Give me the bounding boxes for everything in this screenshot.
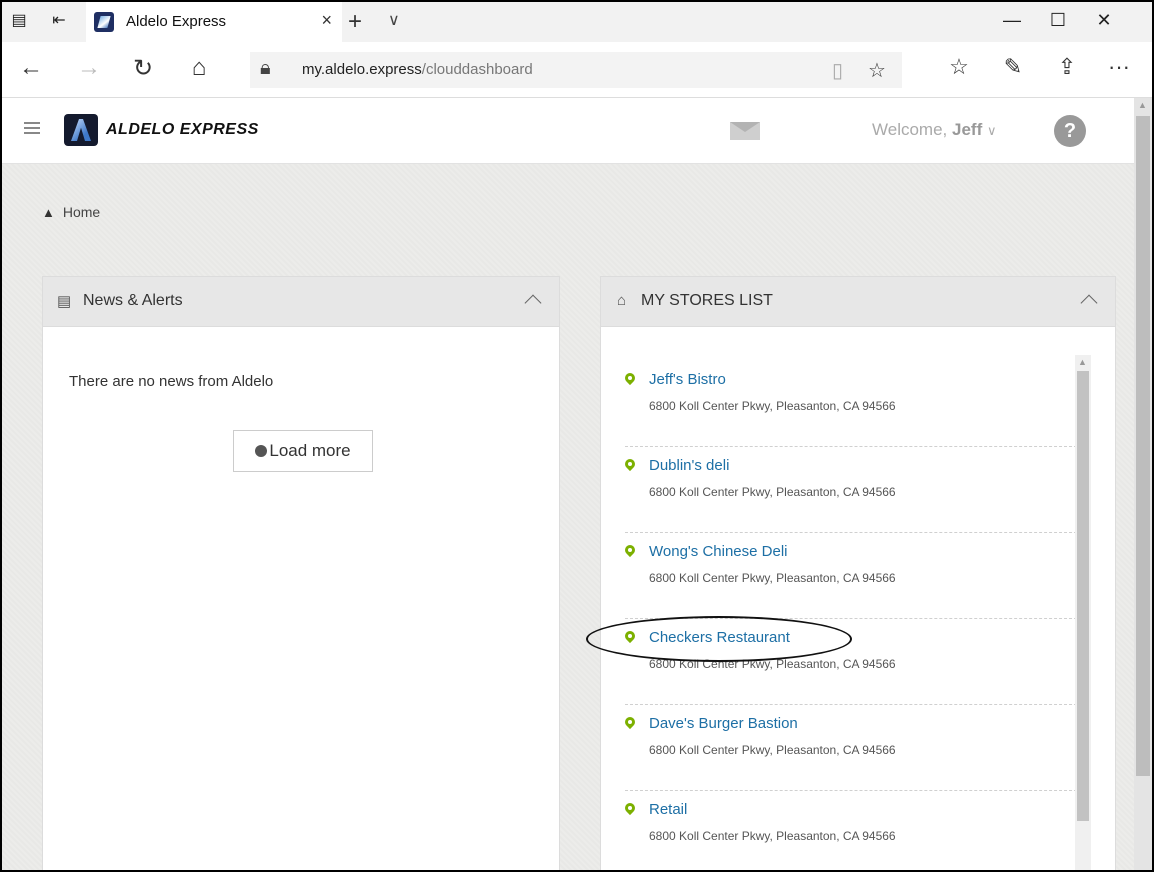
tab-aldelo-express[interactable]: Aldelo Express × bbox=[86, 2, 342, 42]
newspaper-icon: ▤ bbox=[57, 293, 72, 310]
store-list-scroll-thumb[interactable] bbox=[1077, 371, 1089, 821]
store-link[interactable]: Retail bbox=[649, 801, 687, 818]
news-panel-header: ▤ News & Alerts bbox=[43, 277, 559, 327]
favorite-star-icon[interactable]: ☆ bbox=[868, 58, 886, 83]
store-list: Jeff's Bistro 6800 Koll Center Pkwy, Ple… bbox=[625, 361, 1077, 870]
store-link[interactable]: Dublin's deli bbox=[649, 457, 729, 474]
load-more-button[interactable]: Load more bbox=[233, 430, 373, 472]
news-empty-message: There are no news from Aldelo bbox=[69, 373, 274, 390]
home-icon: ⌂ bbox=[617, 292, 627, 309]
user-name: Jeff bbox=[952, 120, 983, 139]
store-address: 6800 Koll Center Pkwy, Pleasanton, CA 94… bbox=[649, 399, 896, 413]
refresh-icon[interactable]: ↻ bbox=[126, 54, 160, 83]
map-pin-icon bbox=[625, 803, 635, 817]
breadcrumb: ▲ Home bbox=[42, 204, 100, 220]
more-menu-icon[interactable]: ··· bbox=[1102, 54, 1136, 80]
lock-icon: 🔒︎ bbox=[260, 57, 271, 79]
news-panel-title: News & Alerts bbox=[83, 292, 183, 309]
tab-close-icon[interactable]: × bbox=[321, 10, 332, 31]
map-pin-icon bbox=[625, 373, 635, 387]
map-pin-icon bbox=[625, 717, 635, 731]
chevron-down-icon: ∨ bbox=[986, 123, 997, 138]
stores-panel-header: ⌂ MY STORES LIST bbox=[601, 277, 1115, 327]
reading-view-icon[interactable]: ▯ bbox=[832, 58, 843, 83]
my-stores-panel: ⌂ MY STORES LIST Jeff's Bistro 6800 Koll… bbox=[600, 276, 1116, 870]
collapse-stores-chevron-icon[interactable] bbox=[1079, 289, 1099, 309]
tab-list-chevron-icon[interactable]: ∨ bbox=[388, 10, 400, 30]
stores-panel-title: MY STORES LIST bbox=[641, 292, 773, 309]
scroll-up-icon[interactable]: ▲ bbox=[1078, 357, 1087, 367]
tab-title: Aldelo Express bbox=[126, 13, 227, 30]
forward-arrow-icon[interactable]: → bbox=[72, 54, 106, 82]
news-alerts-panel: ▤ News & Alerts There are no news from A… bbox=[42, 276, 560, 870]
minimize-button[interactable]: — bbox=[992, 10, 1032, 31]
welcome-label: Welcome, bbox=[872, 120, 948, 139]
scroll-up-icon[interactable]: ▲ bbox=[1138, 100, 1147, 110]
map-pin-icon bbox=[625, 631, 635, 645]
back-arrow-icon[interactable]: ← bbox=[14, 54, 48, 82]
set-aside-tabs-icon[interactable]: ⇤ bbox=[48, 10, 70, 32]
collapse-news-chevron-icon[interactable] bbox=[523, 289, 543, 309]
store-link[interactable]: Jeff's Bistro bbox=[649, 371, 726, 388]
address-bar: ← → ↻ ⌂ 🔒︎ my.aldelo.express/clouddashbo… bbox=[2, 42, 1152, 98]
url-field[interactable]: 🔒︎ my.aldelo.express/clouddashboard ▯ ☆ bbox=[250, 52, 902, 88]
tab-actions-icon[interactable]: ▤ bbox=[8, 10, 30, 32]
store-link[interactable]: Dave's Burger Bastion bbox=[649, 715, 798, 732]
aldelo-logo-icon[interactable] bbox=[64, 114, 98, 146]
store-link[interactable]: Wong's Chinese Deli bbox=[649, 543, 788, 560]
store-item: Dublin's deli 6800 Koll Center Pkwy, Ple… bbox=[625, 447, 1077, 533]
hamburger-menu-icon[interactable] bbox=[24, 122, 40, 134]
new-tab-button[interactable]: + bbox=[348, 8, 362, 36]
favorites-hub-icon[interactable]: ☆ bbox=[942, 54, 976, 80]
home-icon: ▲ bbox=[42, 205, 55, 220]
aldelo-favicon-icon bbox=[94, 12, 114, 32]
store-link[interactable]: Checkers Restaurant bbox=[649, 629, 790, 646]
store-address: 6800 Koll Center Pkwy, Pleasanton, CA 94… bbox=[649, 829, 896, 843]
store-item: Checkers Restaurant 6800 Koll Center Pkw… bbox=[625, 619, 1077, 705]
store-address: 6800 Koll Center Pkwy, Pleasanton, CA 94… bbox=[649, 657, 896, 671]
home-button-icon[interactable]: ⌂ bbox=[182, 54, 216, 82]
mail-icon[interactable] bbox=[730, 122, 760, 140]
brand-name[interactable]: ALDELO EXPRESS bbox=[106, 121, 259, 139]
store-item: Dave's Burger Bastion 6800 Koll Center P… bbox=[625, 705, 1077, 791]
maximize-button[interactable]: ☐ bbox=[1038, 10, 1078, 31]
dashboard-page: ▲ Home ▤ News & Alerts There are no news … bbox=[2, 164, 1134, 870]
store-item: Jeff's Bistro 6800 Koll Center Pkwy, Ple… bbox=[625, 361, 1077, 447]
app-header: ALDELO EXPRESS Welcome, Jeff ∨ ? bbox=[2, 98, 1134, 164]
store-item: Wong's Chinese Deli 6800 Koll Center Pkw… bbox=[625, 533, 1077, 619]
title-bar: ▤ ⇤ Aldelo Express × + ∨ — ☐ ✕ bbox=[2, 2, 1152, 42]
store-list-scrollbar[interactable]: ▲ bbox=[1075, 355, 1091, 870]
store-address: 6800 Koll Center Pkwy, Pleasanton, CA 94… bbox=[649, 485, 896, 499]
web-note-pen-icon[interactable]: ✎ bbox=[996, 54, 1030, 80]
breadcrumb-home[interactable]: Home bbox=[63, 204, 100, 220]
browser-window: ▤ ⇤ Aldelo Express × + ∨ — ☐ ✕ ← → ↻ ⌂ 🔒… bbox=[0, 0, 1154, 872]
store-address: 6800 Koll Center Pkwy, Pleasanton, CA 94… bbox=[649, 571, 896, 585]
page-scrollbar[interactable]: ▲ bbox=[1134, 98, 1152, 870]
globe-icon bbox=[255, 445, 268, 457]
help-icon[interactable]: ? bbox=[1054, 115, 1086, 147]
store-item: Retail 6800 Koll Center Pkwy, Pleasanton… bbox=[625, 791, 1077, 870]
page-scroll-thumb[interactable] bbox=[1136, 116, 1150, 776]
store-address: 6800 Koll Center Pkwy, Pleasanton, CA 94… bbox=[649, 743, 896, 757]
map-pin-icon bbox=[625, 545, 635, 559]
user-menu[interactable]: Welcome, Jeff ∨ bbox=[872, 120, 996, 140]
share-icon[interactable]: ⇪ bbox=[1050, 54, 1084, 80]
map-pin-icon bbox=[625, 459, 635, 473]
url-text: my.aldelo.express/clouddashboard bbox=[302, 61, 533, 78]
close-window-button[interactable]: ✕ bbox=[1084, 10, 1124, 31]
